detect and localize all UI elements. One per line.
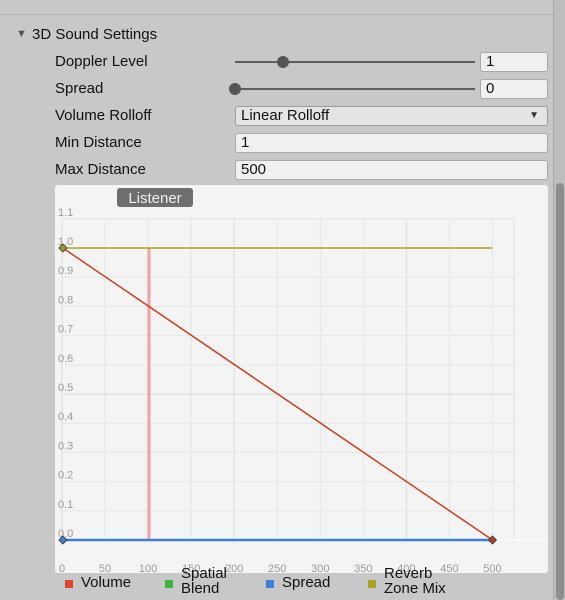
section-header[interactable]: ▼ 3D Sound Settings (16, 24, 157, 44)
volume-rolloff-value: Linear Rolloff (241, 107, 330, 124)
legend-item-spatial-blend[interactable]: Spatial Blend (165, 566, 245, 596)
x-tick-label: 250 (268, 563, 286, 573)
slider-track[interactable] (235, 88, 475, 90)
y-tick-label: 0.5 (58, 382, 73, 394)
scrollbar-thumb[interactable] (556, 183, 564, 600)
x-tick-label: 300 (311, 563, 329, 573)
max-distance-field[interactable]: 500 (235, 160, 548, 180)
slider-thumb[interactable] (277, 56, 289, 68)
y-tick-label: 0.7 (58, 324, 73, 336)
y-tick-label: 0.4 (58, 411, 73, 423)
x-tick-label: 100 (139, 563, 157, 573)
spread-field[interactable]: 0 (480, 79, 548, 99)
y-tick-label: 0.9 (58, 265, 73, 277)
legend-label: Spread (282, 574, 331, 591)
section-title: 3D Sound Settings (32, 25, 158, 43)
min-distance-field[interactable]: 1 (235, 133, 548, 153)
legend-item-reverb-zone-mix[interactable]: Reverb Zone Mix (368, 566, 468, 596)
rolloff-curve-editor[interactable]: 0.0 0.1 0.2 0.3 0.4 0.5 0.6 0.7 0.8 0.9 1.0 1.1 0 50 1… (55, 185, 548, 575)
legend-item-spread[interactable]: Spread (266, 575, 330, 590)
spread-label: Spread (55, 80, 104, 97)
scrollbar-track (553, 0, 554, 600)
listener-label: Listener (128, 190, 181, 207)
y-tick-label: 0.2 (58, 470, 73, 482)
legend-label: Spatial Blend (181, 565, 227, 597)
max-distance-label: Max Distance (55, 161, 146, 178)
caret-down-icon: ▼ (529, 110, 539, 121)
slider-thumb[interactable] (229, 83, 241, 95)
legend-label: Volume (81, 574, 132, 591)
y-tick-label: 0.6 (58, 353, 73, 365)
y-tick-label: 1.1 (58, 207, 73, 219)
legend-swatch (266, 580, 274, 588)
x-tick-label: 50 (99, 563, 111, 573)
slider-track[interactable] (235, 61, 475, 63)
x-tick-label: 500 (483, 563, 501, 573)
x-tick-label: 0 (59, 563, 65, 573)
legend-label: Reverb Zone Mix (384, 565, 446, 597)
volume-rolloff-label: Volume Rolloff (55, 107, 152, 124)
divider (0, 14, 553, 15)
doppler-level-field[interactable]: 1 (480, 52, 548, 72)
vertical-scrollbar[interactable] (553, 0, 565, 600)
y-tick-label: 0.3 (58, 440, 73, 452)
doppler-level-label: Doppler Level (55, 53, 148, 70)
inspector-panel: ▼ 3D Sound Settings Doppler Level 1 Spre… (0, 0, 553, 600)
legend-swatch (165, 580, 173, 588)
legend-item-volume[interactable]: Volume (65, 575, 131, 590)
min-distance-label: Min Distance (55, 134, 142, 151)
plot-area (61, 218, 515, 541)
rolloff-curve-graph[interactable]: 0.00.10.20.30.40.50.60.70.80.91.01.10 50 1… (55, 185, 548, 575)
y-tick-label: 0.8 (58, 294, 73, 306)
triangle-down-icon[interactable]: ▼ (16, 28, 28, 40)
legend-swatch (65, 580, 73, 588)
y-tick-label: 0.1 (58, 499, 73, 511)
volume-rolloff-dropdown[interactable]: Linear Rolloff ▼ (235, 106, 548, 126)
legend-swatch (368, 580, 376, 588)
